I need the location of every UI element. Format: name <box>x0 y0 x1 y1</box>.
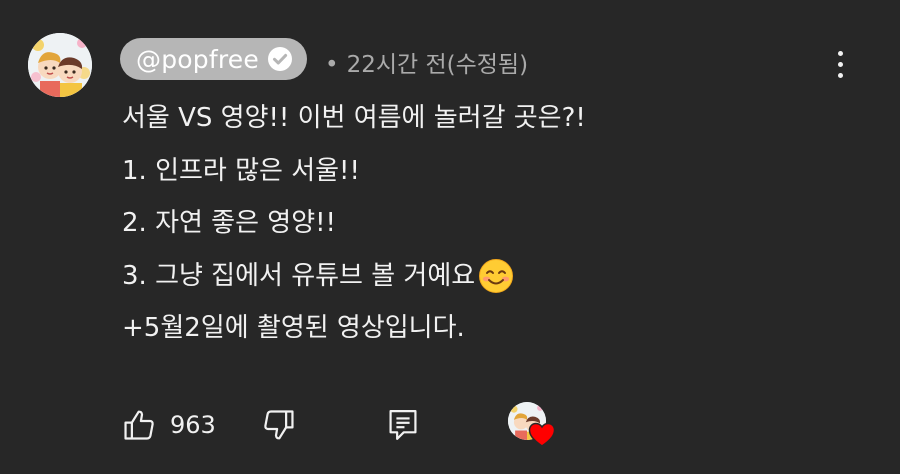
comment-line-text: +5월2일에 촬영된 영상입니다. <box>122 313 465 343</box>
more-options-button[interactable] <box>826 44 854 84</box>
comment-action-bar: 963 <box>120 402 580 448</box>
reply-button[interactable] <box>385 402 421 448</box>
creator-heart[interactable] <box>508 402 556 448</box>
comment-line: 3. 그냥 집에서 유튜브 볼 거예요 <box>122 250 586 303</box>
channel-avatar[interactable] <box>28 33 92 97</box>
comment-line-text: 서울 VS 영양!! 이번 여름에 놀러갈 곳은?! <box>122 103 586 133</box>
comment-line: 서울 VS 영양!! 이번 여름에 놀러갈 곳은?! <box>122 92 586 145</box>
creator-heart-icon <box>528 422 556 447</box>
verified-check-icon <box>267 47 292 71</box>
comment-line: +5월2일에 촬영된 영상입니다. <box>122 302 586 355</box>
thumbs-down-icon <box>264 410 294 440</box>
thumbs-up-icon <box>124 410 154 440</box>
comment-line-text: 2. 자연 좋은 영양!! <box>122 208 336 238</box>
dislike-button[interactable] <box>260 402 298 448</box>
comment-text: 서울 VS 영양!! 이번 여름에 놀러갈 곳은?! 1. 인프라 많은 서울!… <box>122 92 586 355</box>
kebab-dot-icon <box>837 61 843 67</box>
comment-line-text: 1. 인프라 많은 서울!! <box>122 155 360 186</box>
separator-dot: • <box>325 52 339 78</box>
author-name[interactable]: @popfree <box>136 45 259 74</box>
kebab-dot-icon <box>837 72 843 78</box>
author-chip[interactable]: @popfree <box>120 38 307 80</box>
like-button[interactable]: 963 <box>120 402 216 448</box>
comment-line: 1. 인프라 많은 서울!! <box>122 145 586 198</box>
comment-line: 2. 자연 좋은 영양!! <box>122 197 586 250</box>
comment-meta: • 22시간 전(수정됨) <box>325 45 528 79</box>
reply-comment-icon <box>389 410 417 440</box>
avatar-illustration <box>28 33 92 97</box>
comment-timestamp[interactable]: 22시간 전(수정됨) <box>347 52 528 78</box>
like-count: 963 <box>170 411 216 439</box>
kebab-dot-icon <box>837 50 843 56</box>
smiling-face-emoji-icon <box>479 258 514 293</box>
comment-line-text: 3. 그냥 집에서 유튜브 볼 거예요 <box>122 260 476 291</box>
